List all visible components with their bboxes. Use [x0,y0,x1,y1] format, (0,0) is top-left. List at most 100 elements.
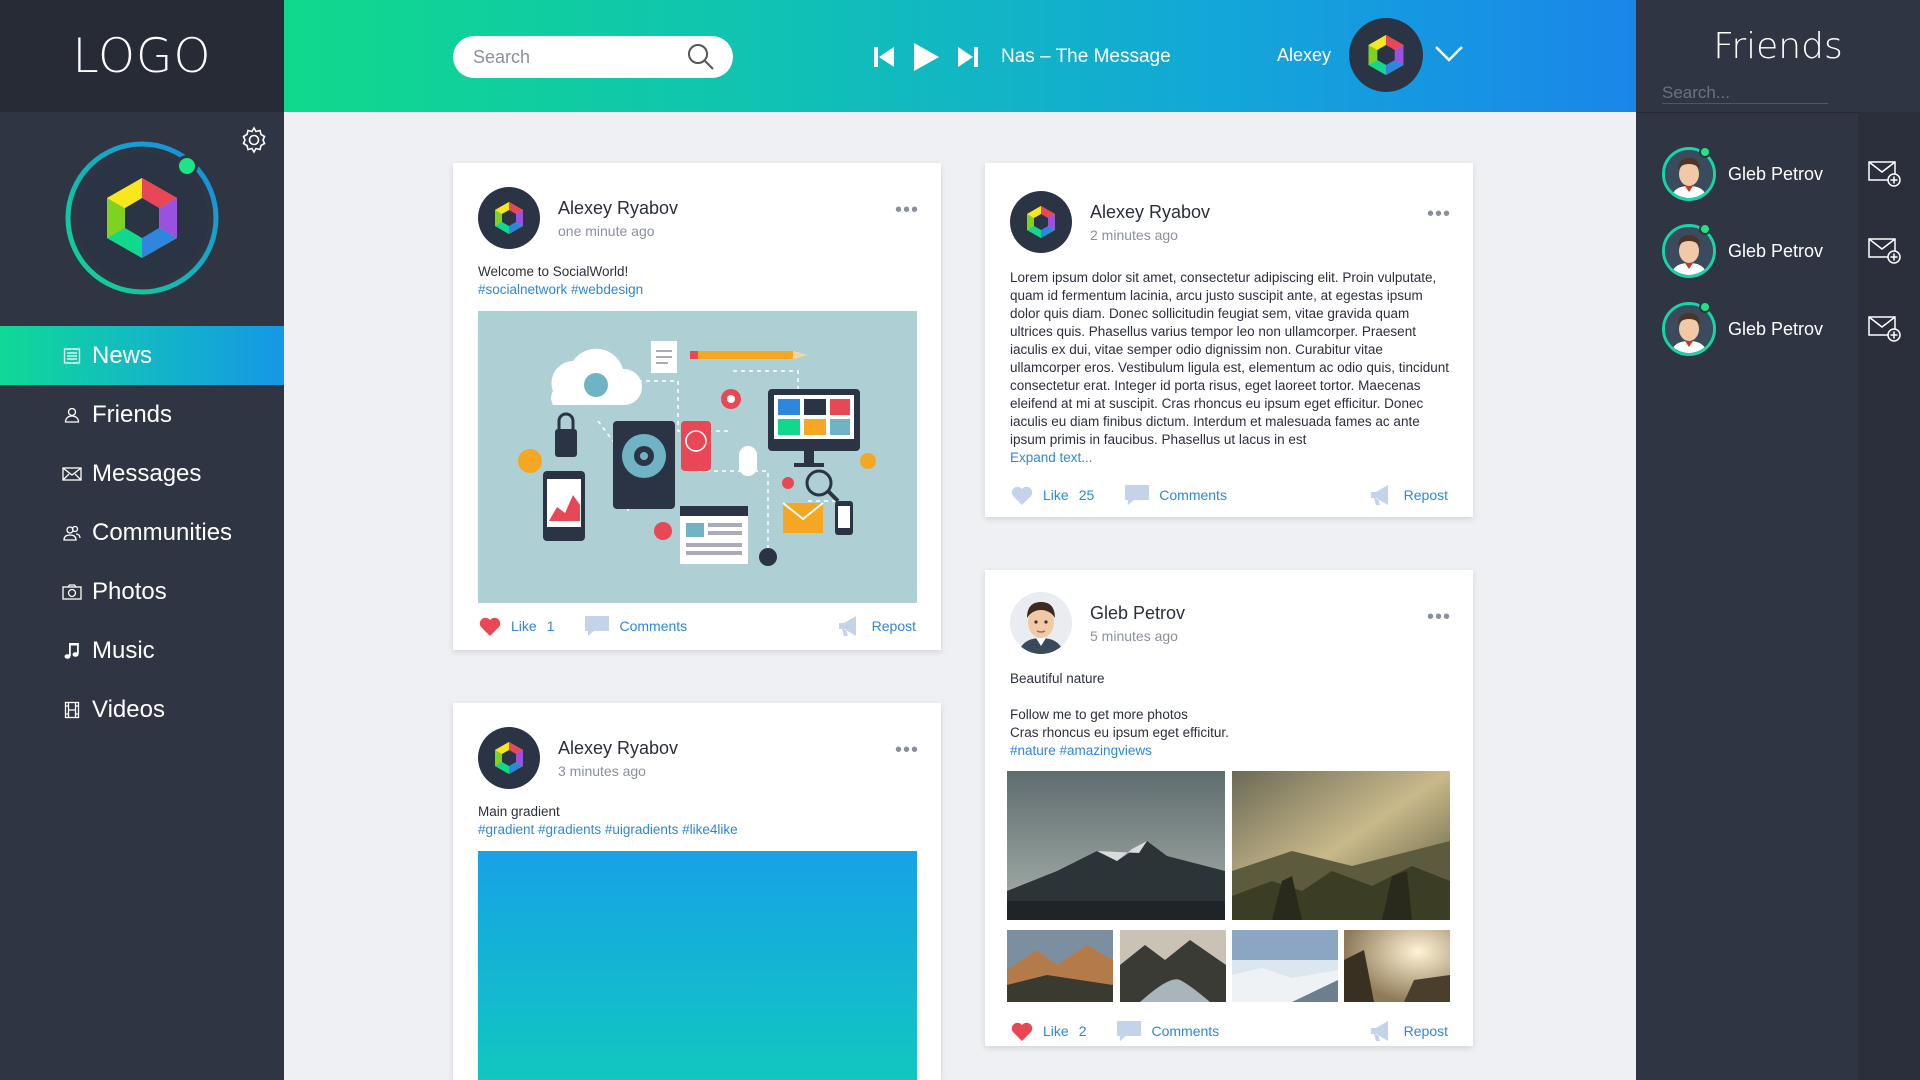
repost-label: Repost [1403,1023,1448,1039]
author-avatar[interactable] [478,187,540,249]
comments-label: Comments [619,618,688,634]
post-hashtags[interactable]: #socialnetwork #webdesign [478,281,918,299]
post-hashtags[interactable]: #gradient #gradients #uigradients #like4… [478,821,918,839]
friends-search-input[interactable] [1662,82,1828,104]
post-text: Follow me to get more photos [1010,707,1188,722]
friend-name: Gleb Petrov [1728,240,1824,261]
comment-icon [1117,1021,1142,1041]
expand-text-link[interactable]: Expand text... [1010,449,1450,467]
photo-thumbnail[interactable] [1007,930,1113,1002]
repost-label: Repost [1403,487,1448,503]
post-time: 3 minutes ago [558,762,646,779]
like-button[interactable]: Like 1 [478,615,554,637]
comments-button[interactable]: Comments [1116,1020,1219,1042]
nav-label: Friends [92,400,173,428]
comments-button[interactable]: Comments [1124,484,1227,506]
like-button[interactable]: Like 25 [1010,484,1094,506]
post-body: Lorem ipsum dolor sit amet, consectetur … [1010,269,1450,467]
like-label: Like [511,618,537,634]
send-message-icon[interactable] [1868,158,1902,193]
author-name[interactable]: Alexey Ryabov [1090,202,1210,223]
play-icon[interactable] [911,42,941,72]
like-button[interactable]: Like 2 [1010,1020,1086,1042]
user-name[interactable]: Alexey [1277,45,1331,66]
online-status-dot [1699,146,1711,158]
photo-thumbnail[interactable] [1007,771,1225,920]
online-status-dot [1699,301,1711,313]
repost-button[interactable]: Repost [1369,484,1448,506]
music-player: Nas – The Message [869,38,1171,76]
track-title[interactable]: Nas – The Message [1001,46,1171,68]
friend-item[interactable]: Gleb Petrov [1662,301,1902,357]
comments-label: Comments [1159,487,1227,503]
nav-item-communities[interactable]: Communities [0,503,284,562]
nav-item-news[interactable]: News [0,326,284,385]
nav-label: Photos [92,577,167,605]
previous-track-icon[interactable] [869,42,899,72]
comment-icon [1125,485,1150,505]
post-body: Beautiful nature Follow me to get more p… [1010,670,1450,760]
nav-label: Messages [92,459,202,487]
like-count: 25 [1078,487,1095,503]
post-hashtags[interactable]: #nature #amazingviews [1010,742,1450,760]
photo-thumbnail[interactable] [1120,930,1226,1002]
post-text: Welcome to SocialWorld! [478,264,629,279]
gradient-image[interactable] [478,851,917,1080]
send-message-icon[interactable] [1868,235,1902,270]
search-input[interactable] [473,44,683,70]
photo-thumbnail[interactable] [1232,771,1450,920]
post-body: Main gradient #gradient #gradients #uigr… [478,803,918,839]
comments-label: Comments [1151,1023,1220,1039]
megaphone-icon [1370,1021,1388,1041]
photo-thumbnail[interactable] [1232,930,1338,1002]
nav-item-friends[interactable]: Friends [0,385,284,444]
nav-item-photos[interactable]: Photos [0,562,284,621]
nav-item-videos[interactable]: Videos [0,680,284,739]
author-name[interactable]: Gleb Petrov [1090,603,1185,624]
more-options-icon[interactable]: ••• [895,199,919,222]
post-text: Cras rhoncus eu ipsum eget efficitur. [1010,725,1229,740]
nav-item-music[interactable]: Music [0,621,284,680]
nav-label: Communities [92,518,233,546]
friends-panel: Friends Gleb Petrov Gleb Petrov Gleb Pet… [1636,0,1920,1080]
gear-icon[interactable] [240,126,268,154]
logo[interactable]: LOGO [73,29,212,84]
post-card: Alexey Ryabov 3 minutes ago ••• Main gra… [453,703,941,1080]
nav-item-messages[interactable]: Messages [0,444,284,503]
repost-button[interactable]: Repost [1369,1020,1448,1042]
send-message-icon[interactable] [1868,313,1902,348]
post-text: Beautiful nature [1010,671,1105,686]
post-time: one minute ago [558,222,655,239]
friend-item[interactable]: Gleb Petrov [1662,223,1902,279]
envelope-icon [62,464,82,484]
friend-item[interactable]: Gleb Petrov [1662,146,1902,202]
author-name[interactable]: Alexey Ryabov [558,198,678,219]
author-avatar[interactable] [1010,191,1072,253]
author-name[interactable]: Alexey Ryabov [558,738,678,759]
more-options-icon[interactable]: ••• [1427,203,1451,226]
chevron-down-icon[interactable] [1434,44,1464,69]
friend-name: Gleb Petrov [1728,163,1824,184]
more-options-icon[interactable]: ••• [1427,606,1451,629]
photo-thumbnail[interactable] [1344,930,1450,1002]
left-sidebar: LOGO News Friends Messages Communities P… [0,0,284,1080]
next-track-icon[interactable] [953,42,983,72]
post-image[interactable] [478,311,917,603]
author-avatar[interactable] [1010,592,1072,654]
main-nav: News Friends Messages Communities Photos… [0,326,284,739]
post-actions: Like 25 Comments Repost [1010,483,1448,507]
more-options-icon[interactable]: ••• [895,739,919,762]
like-count: 1 [546,618,555,634]
author-avatar[interactable] [478,727,540,789]
like-label: Like [1043,1023,1069,1039]
like-count: 2 [1078,1023,1087,1039]
user-avatar[interactable] [1349,18,1423,92]
post-header: Alexey Ryabov 3 minutes ago [478,727,678,789]
repost-button[interactable]: Repost [837,615,916,637]
film-icon [62,700,82,720]
comments-button[interactable]: Comments [584,615,687,637]
post-body: Welcome to SocialWorld! #socialnetwork #… [478,263,918,299]
post-header: Alexey Ryabov 2 minutes ago [1010,191,1210,253]
post-text: Main gradient [478,804,560,819]
search-icon[interactable] [686,42,716,77]
